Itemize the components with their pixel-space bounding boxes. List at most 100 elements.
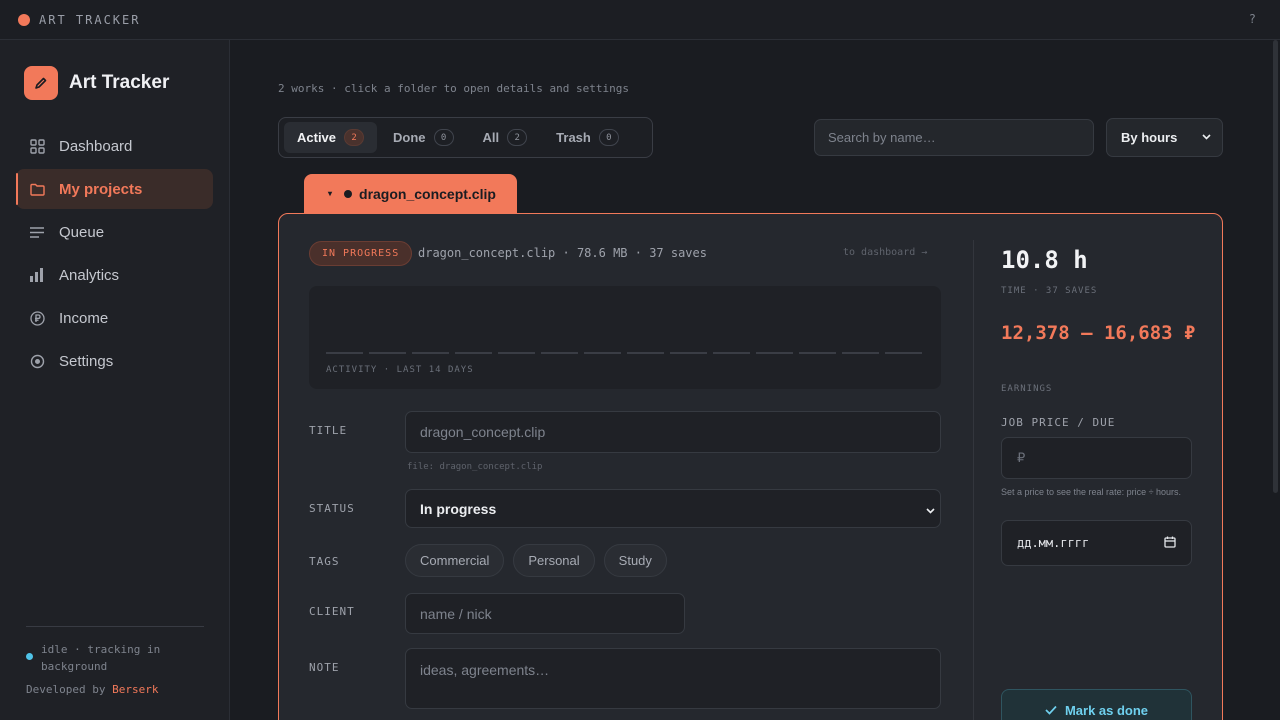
job-price-input[interactable]: ₽ [1001,437,1192,479]
tags-label: TAGS [309,555,340,568]
check-icon [1045,705,1057,715]
sidebar-item-my-projects[interactable]: My projects [16,169,213,209]
grid-icon [29,138,45,154]
activity-day-bar [369,352,406,354]
bar-chart-icon [29,267,45,283]
tracking-status-text: idle · tracking in background [41,643,161,673]
filter-tabs: Active 2 Done 0 All 2 Trash 0 [278,117,653,158]
tracking-status: idle · tracking in background [26,641,204,675]
status-select[interactable]: In progress [405,489,941,528]
sidebar-item-label: Settings [59,352,114,370]
tag-list: Commercial Personal Study [405,544,676,577]
activity-day-bar [670,352,707,354]
sidebar-footer: idle · tracking in background Developed … [26,626,204,696]
pencil-icon [24,66,58,100]
activity-day-bar [326,352,363,354]
brand-name: Art Tracker [69,72,170,93]
earnings-subtitle: EARNINGS [1001,384,1053,394]
tag-personal[interactable]: Personal [513,544,595,577]
project-folder-name: dragon_concept.clip [359,185,496,202]
price-hint: Set a price to see the real rate: price … [1001,487,1182,497]
tab-count: 2 [344,129,365,146]
earnings-value: 12,378 – 16,683 ₽ [1001,322,1196,344]
job-price-label: JOB PRICE / DUE [1001,416,1116,429]
sidebar-item-income[interactable]: Income [16,298,213,338]
activity-day-bar [885,352,922,354]
folder-icon [29,181,45,197]
due-date-placeholder: дд.мм.гггг [1017,536,1090,550]
activity-day-bar [756,352,793,354]
activity-label: ACTIVITY · LAST 14 DAYS [326,365,474,375]
activity-day-bar [799,352,836,354]
sidebar-item-label: Dashboard [59,137,133,155]
client-label: CLIENT [309,605,355,618]
activity-bars [326,352,928,354]
status-dot [26,653,33,660]
activity-day-bar [541,352,578,354]
sidebar: Art Tracker Dashboard My projects Queue … [0,40,230,720]
tab-label: Trash [556,130,591,145]
settings-icon [29,353,45,369]
tab-count: 0 [598,129,619,146]
title-input[interactable]: dragon_concept.clip [405,411,941,453]
sidebar-item-label: Queue [59,223,105,241]
tab-label: Done [393,130,426,145]
developer-link[interactable]: Berserk [112,683,158,696]
sidebar-item-settings[interactable]: Settings [16,341,213,381]
activity-day-bar [842,352,879,354]
calendar-icon[interactable] [1164,536,1176,551]
list-icon [29,224,45,240]
hours-value: 10.8 h [1001,246,1088,274]
scrollbar-thumb[interactable] [1273,40,1278,493]
tab-label: Active [297,130,337,145]
sidebar-item-label: Income [59,309,109,327]
tab-done[interactable]: Done 0 [380,122,467,153]
activity-day-bar [498,352,535,354]
client-input[interactable]: name / nick [405,593,685,634]
collapse-caret-icon: ▾ [328,189,333,198]
activity-day-bar [584,352,621,354]
sidebar-item-label: My projects [59,180,143,198]
activity-day-bar [627,352,664,354]
tag-commercial[interactable]: Commercial [405,544,505,577]
help-button[interactable]: ? [1249,12,1256,26]
tab-active[interactable]: Active 2 [284,122,378,153]
due-date-input[interactable]: дд.мм.гггг [1001,520,1192,566]
project-folder-tab[interactable]: ▾ dragon_concept.clip [304,174,517,213]
to-dashboard-link[interactable]: to dashboard → [843,247,927,258]
activity-chart: ACTIVITY · LAST 14 DAYS [309,286,941,389]
app-status-dot [18,13,30,26]
activity-day-bar [412,352,449,354]
sidebar-item-analytics[interactable]: Analytics [16,255,213,295]
search-input[interactable] [814,119,1094,156]
panel-divider [973,240,974,720]
title-label: TITLE [309,424,348,437]
works-summary: 2 works · click a folder to open details… [278,82,629,95]
tab-all[interactable]: All 2 [470,122,541,153]
project-details-panel: IN PROGRESS dragon_concept.clip · 78.6 M… [278,213,1223,720]
sort-select[interactable]: By hours [1106,118,1223,157]
activity-day-bar [455,352,492,354]
tab-trash[interactable]: Trash 0 [543,122,632,153]
tab-count: 2 [507,129,528,146]
note-textarea[interactable]: ideas, agreements… [405,648,941,709]
status-badge: IN PROGRESS [309,241,413,266]
chevron-down-icon [1201,130,1212,145]
file-note: file: dragon_concept.clip [407,462,543,472]
hours-subtitle: TIME · 37 SAVES [1001,286,1098,296]
window-title: ART TRACKER [39,12,141,27]
brand: Art Tracker [24,66,169,100]
note-label: NOTE [309,661,340,674]
title-bar: ART TRACKER ? [0,0,1280,40]
developer-credit: Developed by Berserk [26,683,204,696]
tag-study[interactable]: Study [603,544,667,577]
mark-as-done-button[interactable]: Mark as done [1001,689,1192,720]
chevron-down-icon [925,503,936,519]
project-dot [344,189,353,198]
status-label: STATUS [309,502,355,515]
sidebar-item-queue[interactable]: Queue [16,212,213,252]
developed-by-label: Developed by [26,683,106,696]
ruble-circle-icon [29,310,45,326]
sidebar-item-dashboard[interactable]: Dashboard [16,126,213,166]
tab-count: 0 [433,129,454,146]
